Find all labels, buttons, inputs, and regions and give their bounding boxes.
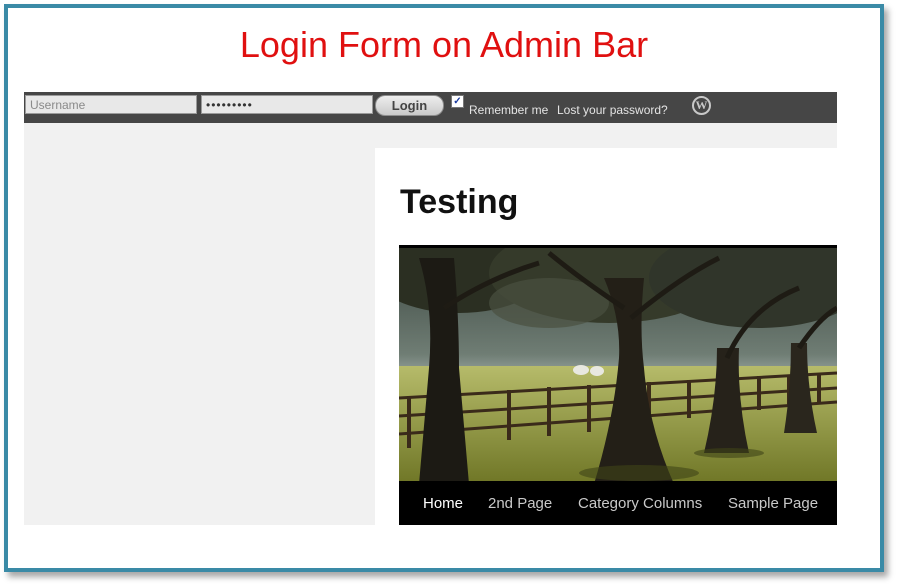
remember-checkbox[interactable]: ✓ [451,95,464,108]
nav-item-home[interactable]: Home [423,495,463,512]
post-title: Testing [400,183,519,221]
remember-label[interactable]: Remember me [469,103,548,117]
trees-photo [399,248,837,484]
nav-item-sample-page[interactable]: Sample Page [728,495,818,512]
nav-item-category-columns[interactable]: Category Columns [578,495,702,512]
header-image [399,245,837,484]
wordpress-icon[interactable]: W [692,96,711,115]
nav-item-2nd-page[interactable]: 2nd Page [488,495,552,512]
admin-bar: Login ✓ Remember me Lost your password? … [24,92,837,123]
password-input[interactable] [201,95,373,114]
headline: Login Form on Admin Bar [239,24,649,65]
username-input[interactable] [25,95,197,114]
lost-password-link[interactable]: Lost your password? [557,103,668,117]
main-nav: Home 2nd Page Category Columns Sample Pa… [399,481,837,525]
login-button[interactable]: Login [375,95,444,116]
